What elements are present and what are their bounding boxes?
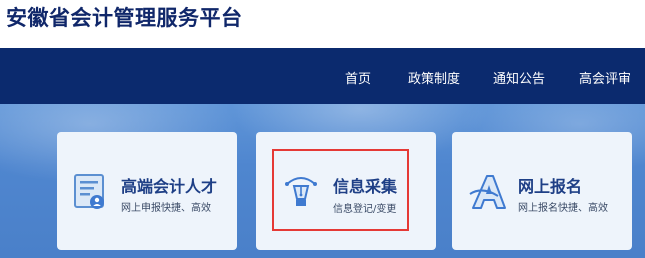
card-subtitle: 网上申报快捷、高效 xyxy=(121,203,211,214)
nav-item-notices[interactable]: 通知公告 xyxy=(493,68,545,87)
banner: 高端会计人才 网上申报快捷、高效 信息采集 信息登记/变更 网上报名 网上报名快… xyxy=(0,104,645,258)
card-senior-accountant-talent[interactable]: 高端会计人才 网上申报快捷、高效 xyxy=(57,132,237,250)
nav-item-senior-review[interactable]: 高会评审 xyxy=(579,68,631,87)
card-subtitle: 信息登记/变更 xyxy=(333,204,397,215)
card-online-registration[interactable]: 网上报名 网上报名快捷、高效 xyxy=(452,132,632,250)
id-card-person-icon xyxy=(74,174,106,214)
main-nav: 首页 政策制度 通知公告 高会评审 xyxy=(0,48,645,104)
card-subtitle: 网上报名快捷、高效 xyxy=(518,203,608,214)
card-title: 网上报名 xyxy=(518,177,583,196)
card-title: 高端会计人才 xyxy=(121,177,218,196)
letter-a-icon xyxy=(468,172,508,216)
card-title: 信息采集 xyxy=(333,177,398,196)
nav-item-home[interactable]: 首页 xyxy=(345,68,371,87)
nav-item-policy[interactable]: 政策制度 xyxy=(408,68,460,87)
card-info-collection[interactable]: 信息采集 信息登记/变更 xyxy=(256,132,436,250)
pen-nib-icon xyxy=(284,170,318,214)
site-title: 安徽省会计管理服务平台 xyxy=(6,6,243,30)
header: 安徽省会计管理服务平台 xyxy=(0,0,645,48)
